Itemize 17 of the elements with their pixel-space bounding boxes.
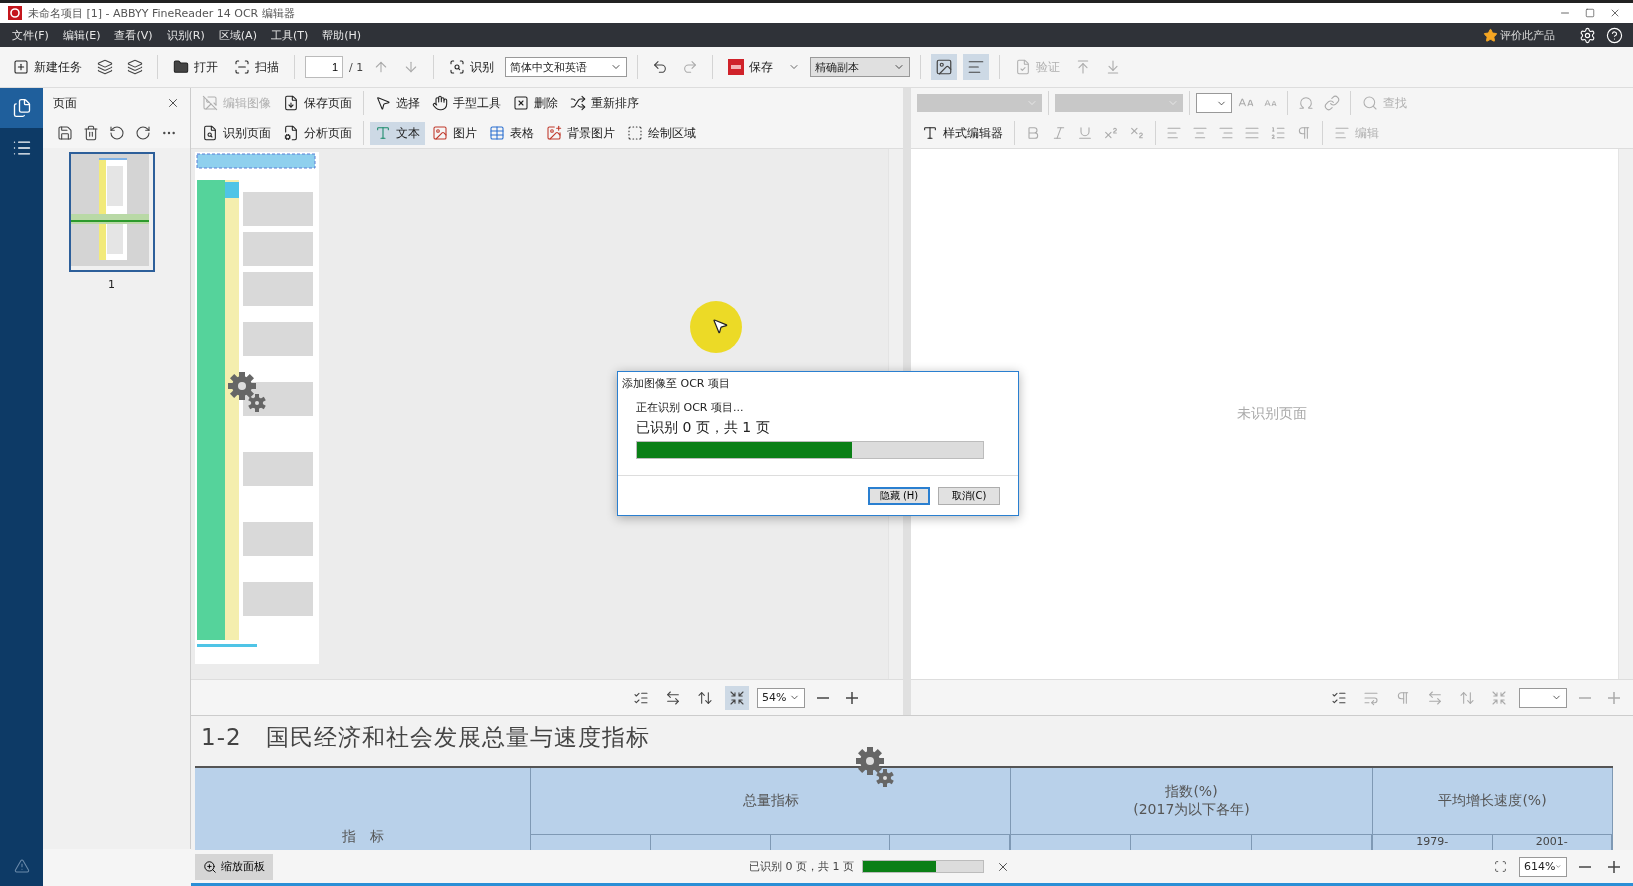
table-heading: 1-2 国民经济和社会发展总量与速度指标	[200, 723, 651, 752]
dialog-progress-text: 已识别 0 页，共 1 页	[636, 419, 771, 437]
empty-message: 未识别页面	[1237, 405, 1307, 423]
progress-text: 已识别 0 页，共 1 页	[749, 859, 854, 874]
dialog-title: 添加图像至 OCR 项目	[621, 376, 731, 392]
panel-title: 页面	[53, 94, 78, 112]
column-header: 指数(%)	[1165, 783, 1218, 801]
window-title: 未命名项目 [1] - ABBYY FineReader 14 OCR 编辑器	[28, 5, 296, 21]
dialog-status: 正在识别 OCR 项目...	[636, 400, 745, 415]
column-note: (2017为以下各年)	[1133, 801, 1250, 819]
column-header: 指 标	[341, 828, 384, 846]
page-count: / 1	[349, 60, 364, 74]
column-header: 1979-	[1416, 835, 1449, 848]
column-header: 总量指标	[742, 792, 799, 810]
page-label: 1	[108, 278, 115, 291]
column-header: 平均增长速度(%)	[1438, 792, 1547, 810]
column-header: 2001-	[1535, 835, 1568, 848]
